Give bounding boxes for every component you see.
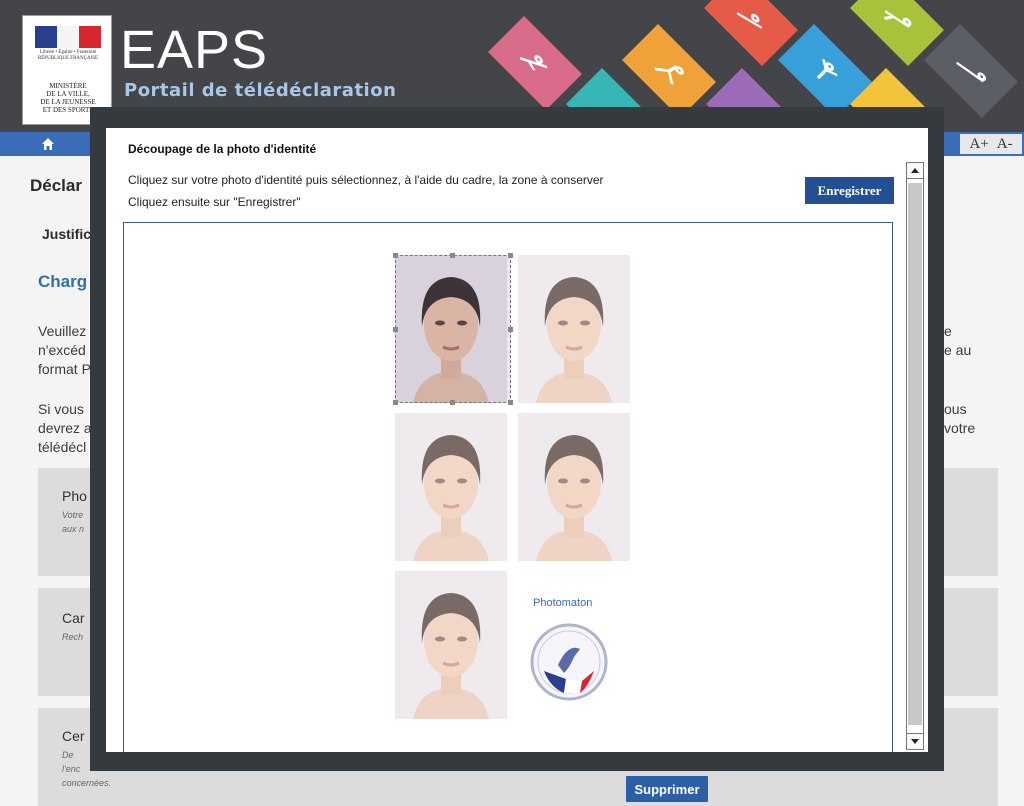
republic-motto: Liberté • Égalité • Fraternité RÉPUBLIQU… xyxy=(37,50,99,61)
font-size-controls: A+ A- xyxy=(960,134,1022,154)
athlete-icon xyxy=(736,12,762,29)
upload-instructions-right: e e au xyxy=(944,323,972,358)
app-title: EAPS xyxy=(120,20,269,80)
delete-button[interactable]: Supprimer xyxy=(626,776,708,802)
dialog-instruction: Cliquez sur votre photo d'identité puis … xyxy=(128,173,604,187)
crop-handle[interactable] xyxy=(393,400,398,405)
upload-subheading: Charg xyxy=(38,272,88,291)
crop-handle[interactable] xyxy=(508,400,513,405)
french-flag-icon xyxy=(35,26,101,48)
dialog-instruction: Cliquez ensuite sur "Enregistrer" xyxy=(128,195,301,209)
crop-selection-frame[interactable] xyxy=(393,253,513,405)
page-heading: Déclar xyxy=(30,176,82,195)
athlete-icon xyxy=(816,59,838,80)
font-decrease-button[interactable]: A- xyxy=(997,136,1013,153)
section-title: Justific xyxy=(42,226,92,242)
athlete-icon xyxy=(956,61,986,83)
id-photo[interactable] xyxy=(518,255,630,403)
id-photo[interactable] xyxy=(395,413,507,561)
photo-crop-dialog: Découpage de la photo d'identité Cliquez… xyxy=(106,128,928,752)
athlete-icon xyxy=(883,10,912,28)
crop-handle[interactable] xyxy=(393,327,398,332)
crop-handle[interactable] xyxy=(508,327,513,332)
document-box-desc: Rech xyxy=(62,632,84,642)
info-paragraph-right: ous votre xyxy=(944,401,976,436)
athlete-icon xyxy=(520,55,548,71)
sport-tile-pink xyxy=(488,16,582,110)
sport-tile-dark xyxy=(924,24,1018,118)
document-box-title: Car xyxy=(62,610,85,626)
document-box-desc: Votre aux n xyxy=(62,510,85,534)
scroll-up-arrow-icon[interactable] xyxy=(907,163,923,179)
info-paragraph: Si vous devrez a télédécl xyxy=(38,401,92,455)
upload-instructions: Veuillez n'excéd format P xyxy=(38,323,91,377)
dialog-title: Découpage de la photo d'identité xyxy=(128,142,317,156)
photo-crop-area[interactable]: Photomaton xyxy=(123,222,893,752)
crop-handle[interactable] xyxy=(393,253,398,258)
crop-handle[interactable] xyxy=(508,253,513,258)
crop-handle[interactable] xyxy=(450,400,455,405)
photomaton-brand: Photomaton xyxy=(533,597,593,609)
id-photo[interactable] xyxy=(395,571,507,719)
font-increase-button[interactable]: A+ xyxy=(969,136,988,153)
app-subtitle: Portail de télédéclaration xyxy=(124,80,397,101)
official-stamp-icon xyxy=(530,623,608,701)
athlete-icon xyxy=(654,65,684,85)
scroll-down-arrow-icon[interactable] xyxy=(907,733,923,749)
document-box-title: Cer xyxy=(62,728,85,744)
crop-handle[interactable] xyxy=(450,253,455,258)
home-icon[interactable] xyxy=(40,136,56,152)
save-button[interactable]: Enregistrer xyxy=(805,177,894,204)
scrollbar-thumb[interactable] xyxy=(908,183,922,725)
id-photo[interactable] xyxy=(518,413,630,561)
document-box-title: Pho xyxy=(62,488,87,504)
vertical-scrollbar[interactable] xyxy=(906,162,924,750)
